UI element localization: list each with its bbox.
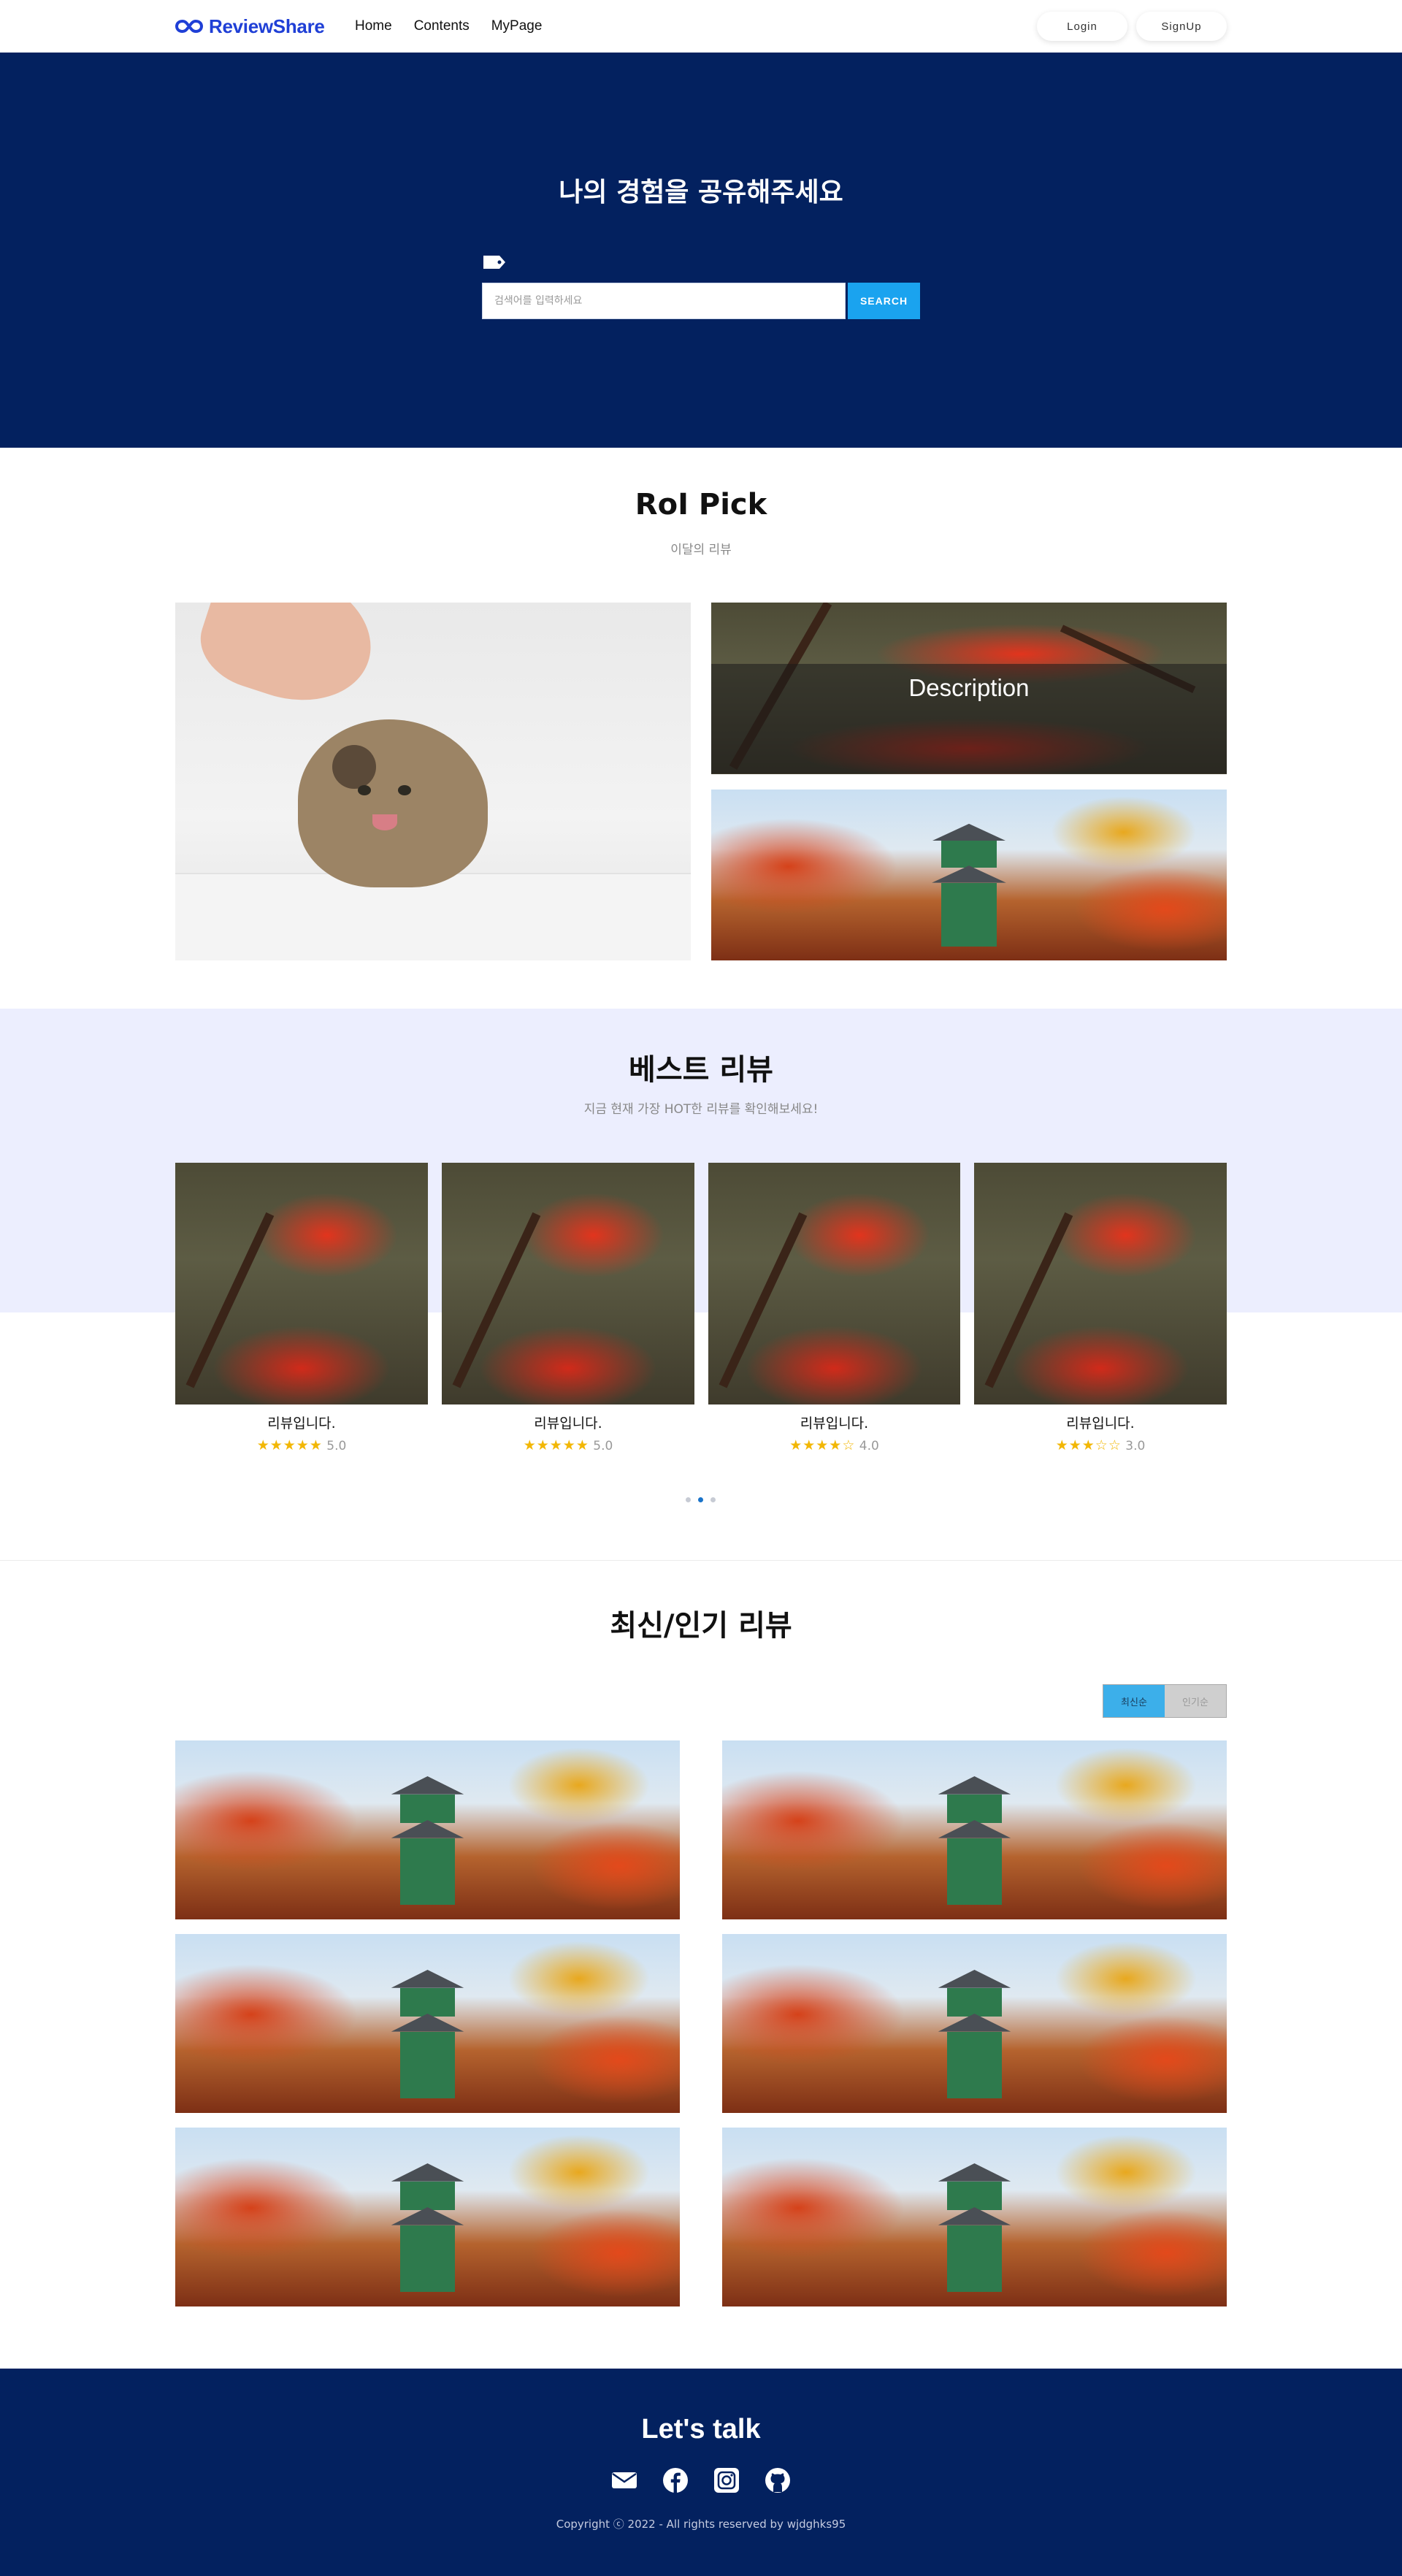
review-grid-image[interactable] xyxy=(175,2128,680,2306)
review-grid-image[interactable] xyxy=(722,2128,1227,2306)
footer-title: Let's talk xyxy=(641,2414,761,2445)
review-grid-image[interactable] xyxy=(175,1934,680,2113)
best-card-image[interactable] xyxy=(442,1163,694,1404)
description-text: Description xyxy=(908,674,1030,701)
social-links xyxy=(610,2466,792,2494)
best-card-title[interactable]: 리뷰입니다. xyxy=(175,1413,428,1432)
best-card-title[interactable]: 리뷰입니다. xyxy=(974,1413,1227,1432)
carousel-dot[interactable] xyxy=(686,1497,691,1502)
best-card-title[interactable]: 리뷰입니다. xyxy=(708,1413,960,1432)
rating-score: 5.0 xyxy=(593,1439,613,1453)
sort-latest-button[interactable]: 최신순 xyxy=(1103,1685,1165,1717)
pavilion-card-image[interactable] xyxy=(711,790,1227,960)
kitten-image[interactable] xyxy=(175,603,691,960)
main-nav: Home Contents MyPage xyxy=(355,16,542,37)
copyright-text: Copyright ⓒ 2022 - All rights reserved b… xyxy=(556,2518,846,2531)
rating-score: 5.0 xyxy=(326,1439,347,1453)
best-card-image[interactable] xyxy=(175,1163,428,1404)
best-section-subtitle: 지금 현재 가장 HOT한 리뷰를 확인해보세요! xyxy=(583,1102,819,1117)
description-overlay: Description xyxy=(711,664,1227,773)
nav-link-contents[interactable]: Contents xyxy=(414,16,470,37)
star-rating-icon: ★★★★★ xyxy=(256,1437,323,1453)
tag-icon xyxy=(483,256,505,269)
best-card-rating: ★★★★☆ 4.0 xyxy=(708,1437,960,1453)
infinity-icon xyxy=(175,19,203,34)
carousel-dot[interactable] xyxy=(710,1497,716,1502)
sort-popular-button[interactable]: 인기순 xyxy=(1165,1685,1226,1717)
brand-logo[interactable]: ReviewShare xyxy=(175,13,325,39)
search-input[interactable] xyxy=(482,283,846,319)
rating-score: 3.0 xyxy=(1125,1439,1146,1453)
login-button[interactable]: Login xyxy=(1037,12,1127,41)
footer: Let's talk Copyright ⓒ 2022 - All rights… xyxy=(0,2369,1402,2576)
star-rating-icon: ★★★☆☆ xyxy=(1055,1437,1122,1453)
instagram-icon[interactable] xyxy=(713,2466,740,2494)
best-card-rating: ★★★★★ 5.0 xyxy=(175,1437,428,1453)
best-section-title: 베스트 리뷰 xyxy=(629,1053,773,1087)
pick-section-subtitle: 이달의 리뷰 xyxy=(670,543,732,557)
rating-score: 4.0 xyxy=(859,1439,879,1453)
brand-name: ReviewShare xyxy=(209,15,325,37)
review-grid-image[interactable] xyxy=(722,1934,1227,2113)
facebook-icon[interactable] xyxy=(662,2466,689,2494)
best-card-image[interactable] xyxy=(974,1163,1227,1404)
best-card-rating: ★★★☆☆ 3.0 xyxy=(974,1437,1227,1453)
pick-section-title: RoI Pick xyxy=(635,488,767,521)
carousel-pagination xyxy=(686,1497,716,1502)
best-card-title[interactable]: 리뷰입니다. xyxy=(442,1413,694,1432)
nav-link-home[interactable]: Home xyxy=(355,16,392,37)
latest-section-title: 최신/인기 리뷰 xyxy=(610,1609,792,1643)
description-card-image[interactable]: Description xyxy=(711,603,1227,774)
review-grid-image[interactable] xyxy=(722,1740,1227,1919)
best-card-rating: ★★★★★ 5.0 xyxy=(442,1437,694,1453)
hero-title: 나의 경험을 공유해주세요 xyxy=(559,177,843,207)
top-navbar: ReviewShare Home Contents MyPage Login S… xyxy=(0,0,1402,53)
signup-button[interactable]: SignUp xyxy=(1136,12,1227,41)
github-icon[interactable] xyxy=(764,2466,792,2494)
envelope-icon[interactable] xyxy=(610,2466,638,2494)
section-divider xyxy=(0,1560,1402,1561)
search-button[interactable]: SEARCH xyxy=(848,283,920,319)
star-rating-icon: ★★★★☆ xyxy=(789,1437,856,1453)
review-grid-image[interactable] xyxy=(175,1740,680,1919)
carousel-dot-active[interactable] xyxy=(698,1497,703,1502)
best-card-image[interactable] xyxy=(708,1163,960,1404)
sort-toggle: 최신순 인기순 xyxy=(1103,1684,1227,1718)
star-rating-icon: ★★★★★ xyxy=(523,1437,589,1453)
hero-section: 나의 경험을 공유해주세요 SEARCH xyxy=(0,53,1402,448)
nav-link-mypage[interactable]: MyPage xyxy=(491,16,543,37)
